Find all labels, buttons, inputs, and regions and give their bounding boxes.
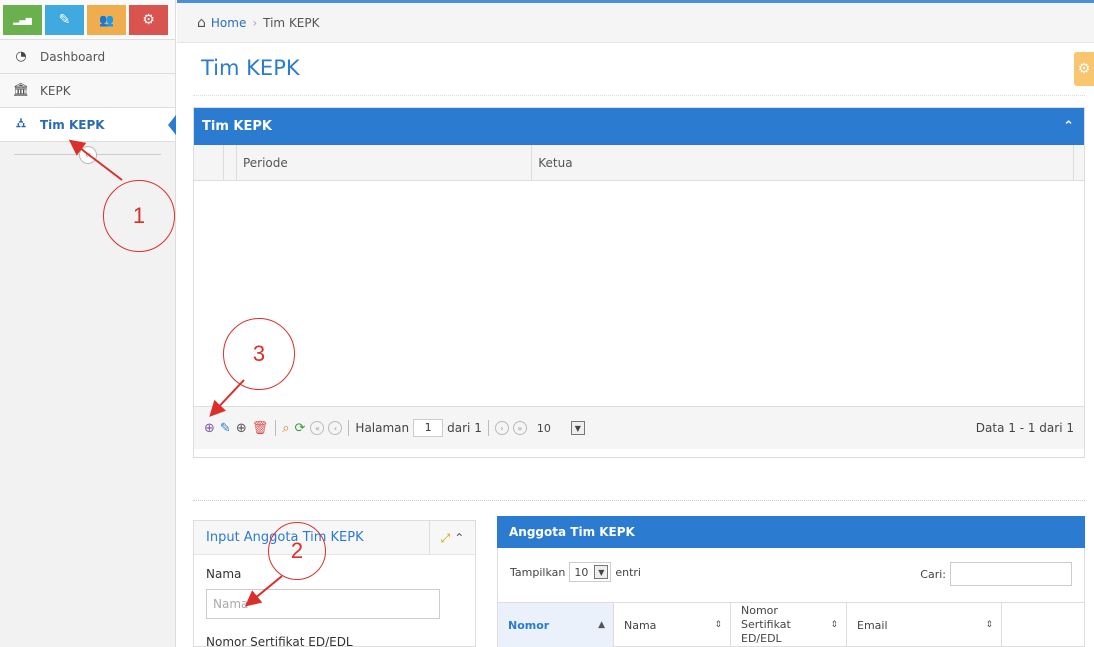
input-panel-tools: ⤢ ⌃ [429, 521, 475, 555]
sort-icon: ⇕ [830, 620, 838, 630]
grid-pager: ⊕ ✎ ⊕ 🗑 ⌕ ⟳ « ‹ Halaman 1 dari 1 › » 10 … [194, 406, 1084, 449]
search-label: Cari: [920, 567, 946, 581]
annotation-marker-1: 1 [103, 180, 175, 252]
grid-header: Tim KEPK ⌃ [194, 108, 1084, 145]
show-entries: Tampilkan 10 ▼ entri [510, 562, 641, 582]
anggota-panel-title: Anggota Tim KEPK [509, 525, 635, 539]
bar-chart-icon[interactable]: ▂▄▆ [3, 5, 42, 35]
double-chevron-left-icon: « [84, 149, 92, 161]
pager-separator [348, 420, 350, 436]
anggota-panel-body: Tampilkan 10 ▼ entri Cari: Nomor ▲ Nama … [497, 548, 1085, 647]
grid-column-headers: Periode Ketua [194, 145, 1084, 181]
annotation-marker-3: 3 [223, 318, 295, 390]
sidebar-item-label: Dashboard [40, 49, 106, 64]
chevron-up-icon[interactable]: ⌃ [454, 531, 464, 545]
grid-record-info: Data 1 - 1 dari 1 [975, 421, 1074, 435]
sort-asc-icon: ▲ [598, 620, 605, 630]
anggota-panel-header: Anggota Tim KEPK [497, 516, 1085, 548]
zoom-in-icon[interactable]: ⊕ [236, 421, 247, 436]
gear-icon: ⚙ [1077, 61, 1091, 77]
entries-value: 10 [574, 565, 589, 579]
page-title: Tim KEPK [201, 56, 300, 80]
page-size-value: 10 [536, 421, 551, 435]
bank-icon: 🏛 [12, 83, 30, 98]
sidebar-shortcuts: ▂▄▆ ✎ 👥 ⚙ [0, 0, 175, 40]
sidebar-item-kepk[interactable]: 🏛 KEPK [0, 74, 175, 108]
column-header-email[interactable]: Email ⇕ [847, 603, 1002, 647]
pager-separator [487, 420, 489, 436]
column-header-periode[interactable]: Periode [237, 145, 533, 180]
column-header-actions [1002, 603, 1084, 647]
nama-input[interactable]: Nama [206, 589, 440, 619]
first-page-icon[interactable]: « [310, 421, 325, 435]
search-input[interactable] [950, 562, 1072, 586]
settings-button[interactable]: ⚙ [1074, 52, 1094, 86]
refresh-icon[interactable]: ⟳ [295, 421, 306, 436]
anggota-panel: Anggota Tim KEPK Tampilkan 10 ▼ entri Ca… [497, 516, 1085, 647]
column-header-label: Nama [624, 618, 657, 632]
breadcrumb-home-link[interactable]: Home [211, 16, 246, 30]
page-number-input[interactable]: 1 [413, 419, 444, 437]
column-header-label: Nomor [508, 618, 550, 632]
column-header-nama[interactable]: Nama ⇕ [614, 603, 731, 647]
sort-icon: ⇕ [985, 620, 993, 630]
trash-icon[interactable]: 🗑 [252, 421, 269, 436]
sidebar-item-label: Tim KEPK [40, 117, 105, 132]
sidebar-item-dashboard[interactable]: ◔ Dashboard [0, 40, 175, 74]
column-header-nomor[interactable]: Nomor ▲ [498, 603, 614, 647]
show-label: Tampilkan [510, 565, 566, 579]
sidebar-collapse-area: « [0, 142, 175, 166]
tim-kepk-grid: Tim KEPK ⌃ Periode Ketua ⊕ ✎ ⊕ 🗑 ⌕ ⟳ « ‹… [193, 107, 1085, 458]
column-header-nomor-sertifikat[interactable]: Nomor Sertifikat ED/EDL ⇕ [731, 603, 847, 647]
pencil-icon[interactable]: ✎ [220, 421, 231, 436]
grid-title: Tim KEPK [202, 119, 272, 134]
sidebar-item-tim-kepk[interactable]: ⛼ Tim KEPK [0, 108, 176, 142]
next-page-icon[interactable]: › [494, 421, 509, 435]
page-of-label: dari 1 [447, 421, 482, 435]
chevron-up-icon[interactable]: ⌃ [1063, 119, 1074, 134]
entries-select[interactable]: 10 ▼ [569, 562, 612, 582]
page-label: Halaman [355, 421, 410, 435]
prev-page-icon[interactable]: ‹ [328, 421, 343, 435]
breadcrumb-separator: › [252, 15, 258, 30]
column-header-label: Nomor Sertifikat ED/EDL [741, 604, 791, 645]
collapse-sidebar-button[interactable]: « [79, 146, 97, 164]
pager-separator [275, 420, 277, 436]
expand-icon[interactable]: ⤢ [441, 531, 451, 546]
last-page-icon[interactable]: » [512, 421, 527, 435]
nomor-sertifikat-label: Nomor Sertifikat ED/EDL [206, 635, 353, 647]
grid-row-number-col [194, 145, 224, 180]
cogs-icon[interactable]: ⚙ [129, 5, 168, 35]
sidebar: ▂▄▆ ✎ 👥 ⚙ ◔ Dashboard 🏛 KEPK ⛼ Tim KEPK … [0, 0, 176, 647]
sidebar-item-label: KEPK [40, 83, 71, 98]
anggota-table-header: Nomor ▲ Nama ⇕ Nomor Sertifikat ED/EDL ⇕… [498, 602, 1084, 647]
divider [193, 95, 1085, 96]
divider [193, 500, 1085, 501]
page-size-select[interactable]: 10 ▼ [535, 421, 585, 435]
sort-icon: ⇕ [714, 620, 722, 630]
breadcrumb: ⌂ Home › Tim KEPK [177, 3, 1094, 43]
entries-label: entri [615, 565, 641, 579]
caret-down-icon: ▼ [570, 421, 585, 435]
column-header-label: Email [857, 618, 888, 632]
dashboard-icon: ◔ [15, 49, 27, 64]
nama-label: Nama [206, 567, 242, 581]
add-icon[interactable]: ⊕ [204, 421, 215, 436]
anggota-search: Cari: [920, 562, 1072, 586]
home-icon[interactable]: ⌂ [197, 15, 206, 31]
grid-scroll-col [1074, 145, 1084, 180]
sitemap-icon: ⛼ [15, 116, 27, 131]
breadcrumb-current: Tim KEPK [263, 15, 320, 30]
column-header-ketua[interactable]: Ketua [532, 145, 1075, 180]
grid-select-col [224, 145, 237, 180]
users-icon[interactable]: 👥 [87, 5, 126, 35]
caret-down-icon: ▼ [594, 565, 609, 579]
input-anggota-panel: Input Anggota Tim KEPK ⤢ ⌃ Nama Nama Nom… [193, 520, 476, 647]
pencil-icon[interactable]: ✎ [45, 5, 84, 35]
search-icon[interactable]: ⌕ [282, 421, 289, 436]
annotation-marker-2: 2 [268, 522, 326, 580]
